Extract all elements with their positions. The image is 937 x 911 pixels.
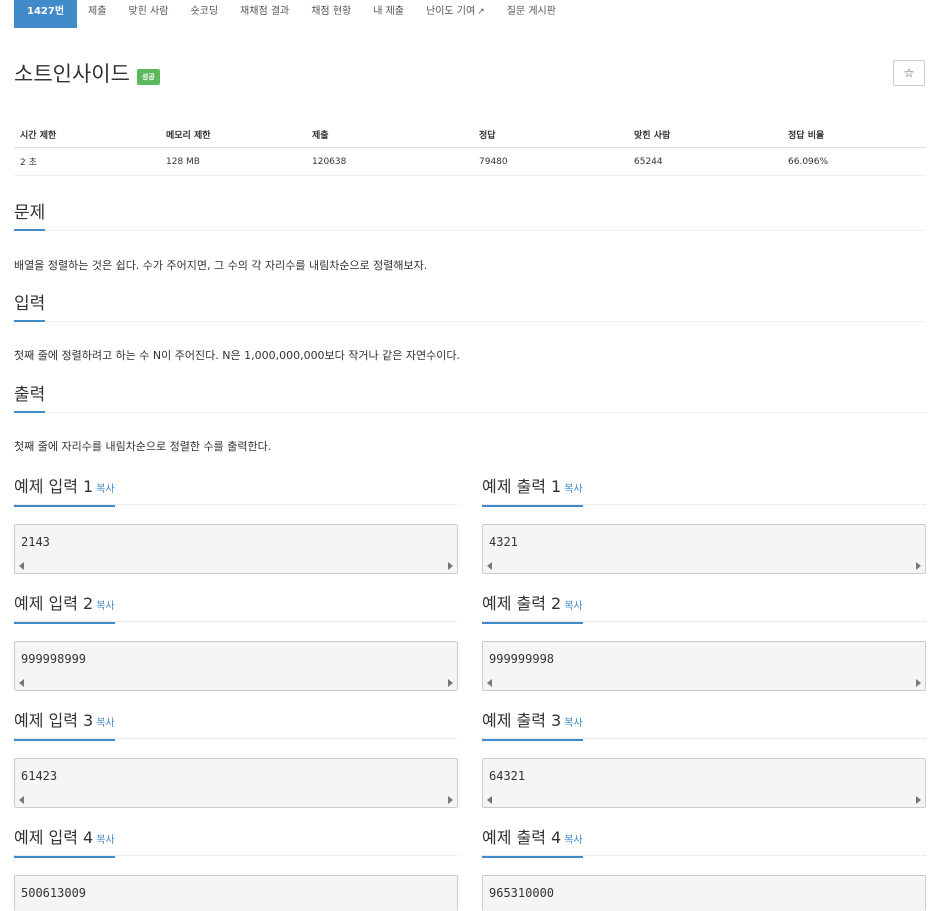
problem-description: 배열을 정렬하는 것은 쉽다. 수가 주어지면, 그 수의 각 자리수를 내림차… <box>14 259 428 272</box>
header-memory-limit: 메모리 제한 <box>160 121 306 148</box>
scroll-right-icon[interactable] <box>916 796 921 804</box>
sample-output-3-box: 64321 <box>482 758 926 808</box>
copy-input-3-button[interactable]: 복사 <box>96 718 114 729</box>
sample-output-3-title: 예제 출력 3 <box>482 711 562 730</box>
status-badge: 성공 <box>136 69 160 85</box>
sample-output-4-header: 예제 출력 4 복사 <box>482 827 926 858</box>
header-accepted: 정답 <box>473 121 628 148</box>
horizontal-scrollbar[interactable] <box>483 561 925 573</box>
sample-output-2-title: 예제 출력 2 <box>482 594 562 613</box>
scroll-left-icon[interactable] <box>487 679 492 687</box>
sample-input-3-title: 예제 입력 3 <box>14 711 94 730</box>
scroll-right-icon[interactable] <box>448 679 453 687</box>
scroll-left-icon[interactable] <box>19 562 24 570</box>
tab-short-coding[interactable]: 숏코딩 <box>179 0 229 28</box>
problem-heading: 문제 <box>14 202 46 231</box>
scroll-right-icon[interactable] <box>448 562 453 570</box>
problem-title: 소트인사이드 <box>14 62 130 86</box>
scroll-right-icon[interactable] <box>916 562 921 570</box>
problem-section-header: 문제 <box>14 202 926 231</box>
copy-input-2-button[interactable]: 복사 <box>96 601 114 612</box>
sample-output-4-title: 예제 출력 4 <box>482 828 562 847</box>
scroll-right-icon[interactable] <box>448 796 453 804</box>
horizontal-scrollbar[interactable] <box>15 561 457 573</box>
sample-input-1-title: 예제 입력 1 <box>14 477 94 496</box>
tab-difficulty-contribution[interactable]: 난이도 기여 ↗ <box>415 0 496 28</box>
accepted-value: 79480 <box>473 147 628 176</box>
external-link-icon: ↗ <box>477 7 485 17</box>
accept-ratio-value: 66.096% <box>782 147 926 176</box>
favorite-star-button[interactable]: ☆ <box>893 60 925 86</box>
input-heading: 입력 <box>14 293 46 322</box>
memory-limit-value: 128 MB <box>160 147 306 176</box>
sample-input-3-box: 61423 <box>14 758 458 808</box>
sample-input-4-header: 예제 입력 4 복사 <box>14 827 458 858</box>
copy-output-3-button[interactable]: 복사 <box>564 718 582 729</box>
sample-output-1-title: 예제 출력 1 <box>482 477 562 496</box>
scroll-left-icon[interactable] <box>487 562 492 570</box>
output-section-header: 출력 <box>14 384 926 413</box>
horizontal-scrollbar[interactable] <box>483 795 925 807</box>
sample-input-2-box: 999998999 <box>14 641 458 691</box>
tab-difficulty-label: 난이도 기여 <box>426 6 476 17</box>
horizontal-scrollbar[interactable] <box>15 678 457 690</box>
sample-output-1-box: 4321 <box>482 524 926 574</box>
sample-input-4-title: 예제 입력 4 <box>14 828 94 847</box>
sample-output-3-header: 예제 출력 3 복사 <box>482 710 926 741</box>
horizontal-scrollbar[interactable] <box>483 678 925 690</box>
sample-input-4-value: 500613009 <box>21 886 87 900</box>
sample-input-1-header: 예제 입력 1 복사 <box>14 476 458 507</box>
tab-judge-status[interactable]: 채점 현황 <box>300 0 362 28</box>
tab-submit[interactable]: 제출 <box>77 0 117 28</box>
copy-output-2-button[interactable]: 복사 <box>564 601 582 612</box>
problem-title-row: 소트인사이드 성공 <box>14 58 160 88</box>
sample-input-3-value: 61423 <box>21 769 58 783</box>
sample-input-2-header: 예제 입력 2 복사 <box>14 593 458 624</box>
sample-output-3-value: 64321 <box>489 769 526 783</box>
sample-input-1-value: 2143 <box>21 535 50 549</box>
tab-problem-number[interactable]: 1427번 <box>14 0 78 28</box>
copy-input-4-button[interactable]: 복사 <box>96 835 114 846</box>
header-solved-users: 맞힌 사람 <box>628 121 782 148</box>
input-description: 첫째 줄에 정렬하려고 하는 수 N이 주어진다. N은 1,000,000,0… <box>14 349 460 362</box>
sample-input-3-header: 예제 입력 3 복사 <box>14 710 458 741</box>
table-header-row: 시간 제한 메모리 제한 제출 정답 맞힌 사람 정답 비율 <box>14 121 926 148</box>
scroll-left-icon[interactable] <box>19 679 24 687</box>
tab-question-board[interactable]: 질문 게시판 <box>496 0 567 28</box>
tab-solved-users[interactable]: 맞힌 사람 <box>117 0 179 28</box>
table-row: 2 초 128 MB 120638 79480 65244 66.096% <box>14 147 926 176</box>
sample-output-2-box: 999999998 <box>482 641 926 691</box>
header-submissions: 제출 <box>306 121 473 148</box>
sample-input-2-value: 999998999 <box>21 652 87 666</box>
sample-input-1-box: 2143 <box>14 524 458 574</box>
tab-my-submissions[interactable]: 내 제출 <box>362 0 415 28</box>
sample-output-1-value: 4321 <box>489 535 518 549</box>
solved-users-value: 65244 <box>628 147 782 176</box>
sample-input-4-box: 500613009 <box>14 875 458 911</box>
header-time-limit: 시간 제한 <box>14 121 160 148</box>
output-description: 첫째 줄에 자리수를 내림차순으로 정렬한 수를 출력한다. <box>14 440 272 453</box>
time-limit-value: 2 초 <box>14 147 160 176</box>
copy-output-4-button[interactable]: 복사 <box>564 835 582 846</box>
input-section-header: 입력 <box>14 293 926 322</box>
problem-nav-tabs: 1427번 제출 맞힌 사람 숏코딩 재채점 결과 채점 현황 내 제출 난이도… <box>14 0 567 28</box>
header-accept-ratio: 정답 비율 <box>782 121 926 148</box>
sample-output-4-box: 965310000 <box>482 875 926 911</box>
copy-output-1-button[interactable]: 복사 <box>564 484 582 495</box>
tab-rejudge-results[interactable]: 재채점 결과 <box>229 0 300 28</box>
horizontal-scrollbar[interactable] <box>15 795 457 807</box>
star-icon: ☆ <box>903 66 915 80</box>
sample-input-2-title: 예제 입력 2 <box>14 594 94 613</box>
scroll-left-icon[interactable] <box>487 796 492 804</box>
sample-output-2-header: 예제 출력 2 복사 <box>482 593 926 624</box>
submissions-value: 120638 <box>306 147 473 176</box>
sample-output-1-header: 예제 출력 1 복사 <box>482 476 926 507</box>
problem-info-table: 시간 제한 메모리 제한 제출 정답 맞힌 사람 정답 비율 2 초 128 M… <box>14 121 926 176</box>
sample-output-4-value: 965310000 <box>489 886 555 900</box>
copy-input-1-button[interactable]: 복사 <box>96 484 114 495</box>
output-heading: 출력 <box>14 384 46 413</box>
sample-output-2-value: 999999998 <box>489 652 555 666</box>
scroll-right-icon[interactable] <box>916 679 921 687</box>
scroll-left-icon[interactable] <box>19 796 24 804</box>
